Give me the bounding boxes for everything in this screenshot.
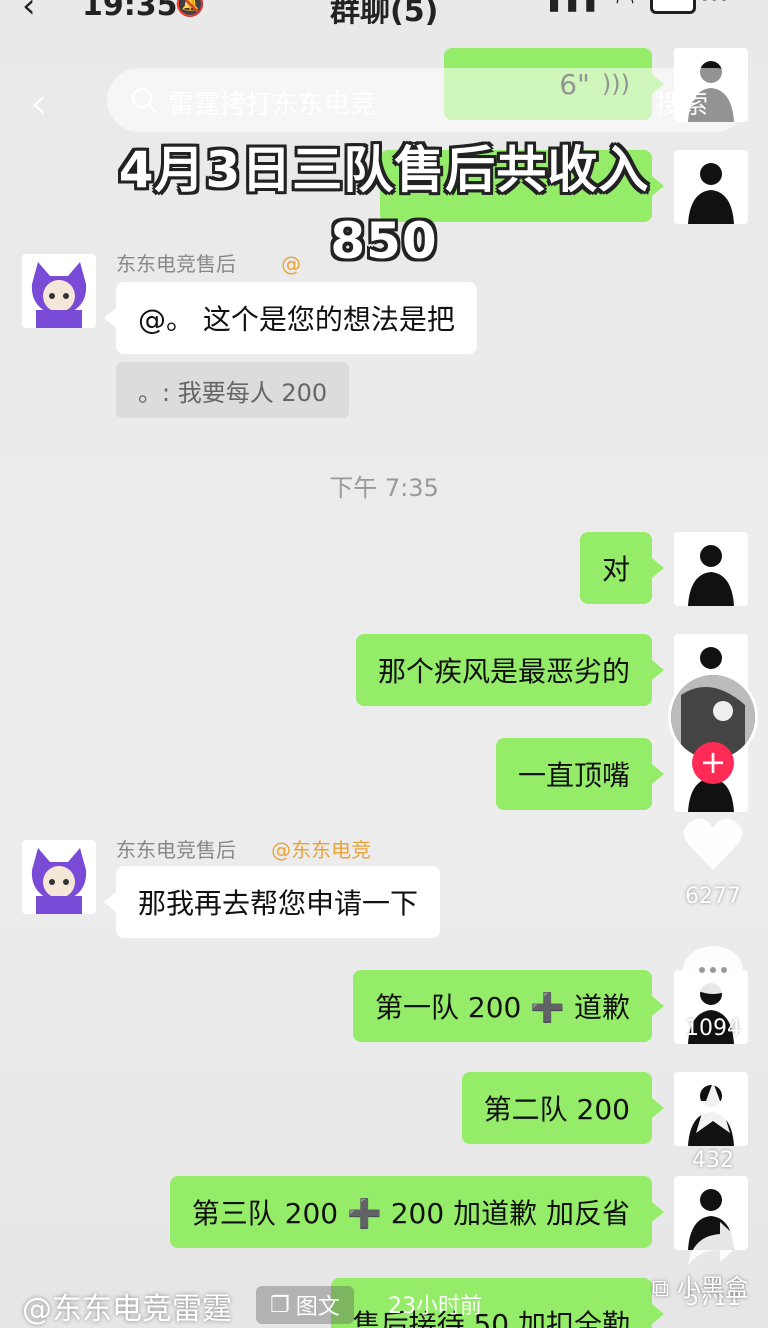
sender-name: 东东电竞售后 bbox=[116, 838, 236, 862]
post-type-label: 图文 bbox=[295, 1295, 340, 1320]
avatar[interactable] bbox=[674, 532, 748, 606]
message-bubble[interactable]: 第一队 200 ➕ 道歉 bbox=[352, 970, 665, 1042]
message-text: 第三队 200 ➕ 200 加道歉 加反省 bbox=[191, 1197, 630, 1230]
search-icon bbox=[130, 86, 158, 114]
post-time: 23小时前 bbox=[388, 1294, 482, 1319]
back-arrow-icon[interactable]: ‹ bbox=[30, 78, 48, 129]
message-bubble[interactable]: 一直顶嘴 bbox=[495, 738, 665, 810]
avatar[interactable] bbox=[22, 840, 96, 914]
signal-wifi-icon: ▮▮▮ ◠ bbox=[548, 0, 641, 15]
search-button[interactable]: 搜索 bbox=[656, 84, 708, 121]
image-post-icon: ❐ bbox=[270, 1292, 290, 1318]
message-bubble[interactable]: 那我再去帮您申请一下 bbox=[103, 866, 441, 938]
sender-name: 东东电竞售后 bbox=[116, 252, 236, 276]
like-heart-icon[interactable] bbox=[682, 816, 744, 876]
favorite-count: 432 bbox=[692, 1148, 734, 1173]
favorite-star-icon[interactable] bbox=[684, 1080, 742, 1140]
quote-text: 。: 我要每人 200 bbox=[138, 378, 328, 407]
message-text: 对 bbox=[601, 553, 630, 586]
status-time: 19:35 bbox=[82, 0, 178, 23]
quoted-message[interactable]: 。: 我要每人 200 bbox=[116, 362, 350, 418]
sender-line: 东东电竞售后 @东东电竞 bbox=[116, 834, 371, 863]
battery-icon bbox=[650, 0, 696, 14]
follow-plus-icon[interactable]: + bbox=[692, 742, 734, 784]
avatar[interactable] bbox=[22, 254, 96, 328]
watermark-text: 小黑盒 bbox=[676, 1274, 749, 1302]
comment-count: 1094 bbox=[685, 1016, 741, 1041]
message-text: 第二队 200 bbox=[483, 1093, 630, 1126]
share-arrow-icon[interactable] bbox=[686, 1220, 744, 1272]
comment-icon[interactable] bbox=[682, 944, 744, 1004]
message-bubble[interactable]: 第三队 200 ➕ 200 加道歉 加反省 bbox=[169, 1176, 665, 1248]
post-type-tag[interactable]: ❐ 图文 bbox=[256, 1286, 354, 1324]
message-bubble[interactable]: 对 bbox=[579, 532, 665, 604]
caption-line-1: 4月3日三队售后共收入 bbox=[118, 141, 650, 199]
sender-mention: @ bbox=[281, 252, 302, 276]
like-count: 6277 bbox=[685, 884, 741, 909]
more-icon[interactable]: ··· bbox=[700, 0, 729, 17]
message-text: 那我再去帮您申请一下 bbox=[138, 887, 419, 920]
watermark: ⧉ 小黑盒 bbox=[652, 1268, 749, 1303]
mute-bell-icon: 🔕 bbox=[175, 0, 205, 18]
sender-mention: @东东电竞 bbox=[271, 838, 372, 862]
message-bubble[interactable]: 售后接待 50 加扣全勤 bbox=[330, 1278, 665, 1328]
watermark-logo-icon: ⧉ bbox=[652, 1274, 670, 1302]
message-bubble[interactable]: 第二队 200 bbox=[461, 1072, 665, 1144]
message-text: @。 这个是您的想法是把 bbox=[138, 303, 455, 336]
back-chevron-icon[interactable]: ‹ bbox=[22, 0, 36, 26]
time-separator: 下午 7:35 bbox=[329, 474, 439, 502]
sender-line: 东东电竞售后 @ bbox=[116, 248, 301, 277]
search-input[interactable]: 雷霆拷打东东电竞 bbox=[168, 84, 376, 121]
message-text: 那个疾风是最恶劣的 bbox=[377, 655, 630, 688]
message-bubble[interactable]: 那个疾风是最恶劣的 bbox=[355, 634, 665, 706]
chat-title: 群聊(5) bbox=[330, 0, 439, 29]
message-text: 第一队 200 ➕ 道歉 bbox=[374, 991, 630, 1024]
author-handle[interactable]: @东东电竞雷霆 bbox=[22, 1284, 232, 1328]
message-bubble[interactable]: @。 这个是您的想法是把 bbox=[104, 282, 477, 354]
message-text: 一直顶嘴 bbox=[517, 759, 630, 792]
